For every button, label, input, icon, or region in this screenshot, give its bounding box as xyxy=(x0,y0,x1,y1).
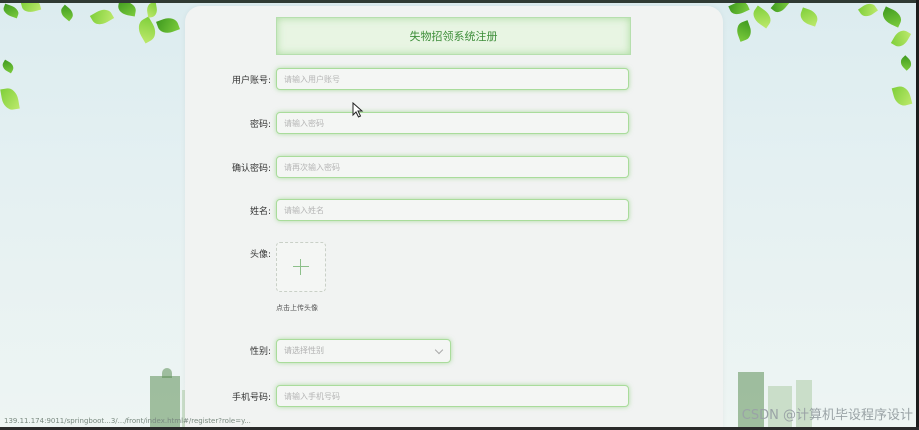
phone-input[interactable] xyxy=(276,385,629,407)
username-input[interactable] xyxy=(276,68,629,90)
form-row-gender: 性别: 请选择性别 xyxy=(185,339,723,365)
status-bar-url: 139.11.174:9011/springboot...3/.../front… xyxy=(4,417,251,425)
form-row-avatar: 头像: xyxy=(185,242,723,268)
window-frame-top xyxy=(0,0,919,3)
password-label: 密码: xyxy=(249,120,271,130)
form-row-confirm-password: 确认密码: xyxy=(185,156,723,182)
gender-select-placeholder: 请选择性别 xyxy=(284,346,324,355)
watermark: CSDN @计算机毕设程序设计 xyxy=(741,408,913,423)
form-row-username: 用户账号: xyxy=(185,68,723,94)
phone-label: 手机号码: xyxy=(231,393,271,403)
password-input[interactable] xyxy=(276,112,629,134)
avatar-label: 头像: xyxy=(249,250,271,260)
avatar-upload-hint: 点击上传头像 xyxy=(276,304,318,312)
confirm-password-label: 确认密码: xyxy=(231,164,271,174)
username-label: 用户账号: xyxy=(231,76,271,86)
gender-label: 性别: xyxy=(249,347,271,357)
name-label: 姓名: xyxy=(249,207,271,217)
form-title: 失物招领系统注册 xyxy=(276,17,631,55)
form-row-password: 密码: xyxy=(185,112,723,138)
mouse-cursor-icon xyxy=(352,102,364,118)
confirm-password-input[interactable] xyxy=(276,156,629,178)
avatar-upload-button[interactable] xyxy=(276,242,326,292)
form-row-phone: 手机号码: xyxy=(185,385,723,411)
chevron-down-icon xyxy=(434,345,444,355)
form-row-name: 姓名: xyxy=(185,199,723,225)
name-input[interactable] xyxy=(276,199,629,221)
plus-icon xyxy=(293,266,309,267)
registration-card: 失物招领系统注册 用户账号: 密码: 确认密码: 姓名: 头像: 点击上传头像 … xyxy=(185,6,723,430)
gender-select[interactable]: 请选择性别 xyxy=(276,339,451,363)
